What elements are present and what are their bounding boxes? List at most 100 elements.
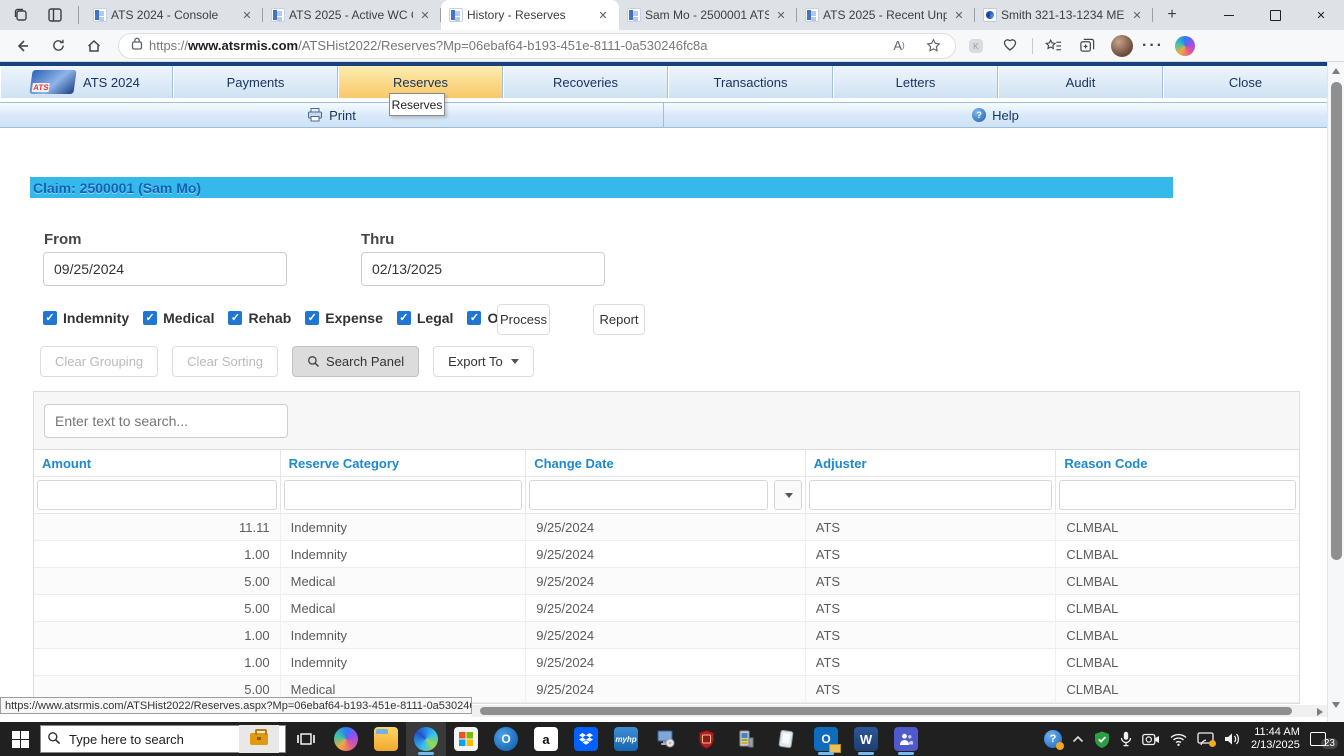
browser-essentials-icon[interactable]: [996, 33, 1024, 59]
nav-item-audit[interactable]: Audit: [998, 66, 1163, 98]
cast-screen-icon[interactable]: [1197, 732, 1216, 747]
filter-dropdown-button[interactable]: [773, 480, 802, 510]
clear-sorting-button[interactable]: Clear Sorting: [172, 346, 279, 377]
table-row[interactable]: 11.11 Indemnity 9/25/2024 ATS CLMBAL: [34, 514, 1299, 541]
filter-amount[interactable]: [34, 477, 281, 513]
remote-pc-icon[interactable]: [646, 722, 686, 756]
word-icon[interactable]: W: [846, 722, 886, 756]
read-aloud-icon[interactable]: A): [885, 33, 913, 59]
minimize-button[interactable]: [1206, 0, 1252, 30]
from-date-input[interactable]: [43, 252, 287, 286]
nav-item-payments[interactable]: Payments: [173, 66, 338, 98]
microsoft-store-icon[interactable]: [446, 722, 486, 756]
favorites-bar-icon[interactable]: [1039, 33, 1067, 59]
tab-ats-2025-active-wc[interactable]: ATS 2025 - Active WC Clai ✕: [263, 0, 441, 30]
report-button[interactable]: Report: [593, 304, 645, 335]
checkbox-indemnity[interactable]: ✓ Indemnity: [43, 310, 129, 326]
tab-ats-2024-console[interactable]: ATS 2024 - Console ✕: [85, 0, 263, 30]
camera-icon[interactable]: [1142, 733, 1160, 746]
copilot-taskbar-icon[interactable]: [326, 722, 366, 756]
vertical-tabs-icon[interactable]: [42, 4, 68, 26]
media-pc-icon[interactable]: [726, 722, 766, 756]
thru-date-input[interactable]: [361, 252, 605, 286]
filter-change-date[interactable]: [526, 477, 806, 513]
security-shield-icon[interactable]: [686, 722, 726, 756]
tab-ats-2025-recent[interactable]: ATS 2025 - Recent Unprom ✕: [797, 0, 975, 30]
teams-icon[interactable]: [886, 722, 926, 756]
process-button[interactable]: Process: [497, 304, 550, 335]
settings-more-icon[interactable]: ···: [1139, 33, 1167, 59]
table-row[interactable]: 1.00 Indemnity 9/25/2024 ATS CLMBAL: [34, 622, 1299, 649]
filter-reason-code[interactable]: [1056, 477, 1299, 513]
table-row[interactable]: 1.00 Indemnity 9/25/2024 ATS CLMBAL: [34, 541, 1299, 568]
help-button[interactable]: ? Help: [972, 108, 1019, 123]
table-row[interactable]: 1.00 Indemnity 9/25/2024 ATS CLMBAL: [34, 649, 1299, 676]
table-row[interactable]: 5.00 Medical 9/25/2024 ATS CLMBAL: [34, 595, 1299, 622]
filter-adjuster[interactable]: [806, 477, 1057, 513]
profile-avatar[interactable]: [1111, 34, 1133, 57]
file-explorer-icon[interactable]: [366, 722, 406, 756]
hidden-icons-chevron[interactable]: [1072, 735, 1084, 743]
help-tray-icon[interactable]: ?: [1043, 730, 1064, 750]
volume-icon[interactable]: [1224, 732, 1241, 746]
amazon-icon[interactable]: a: [526, 722, 566, 756]
table-row[interactable]: 5.00 Medical 9/25/2024 ATS CLMBAL: [34, 568, 1299, 595]
column-header-reserve-category[interactable]: Reserve Category: [281, 450, 527, 476]
notification-center[interactable]: 23: [1309, 730, 1338, 749]
tab-close-icon[interactable]: ✕: [417, 7, 433, 23]
tablet-tool-icon[interactable]: [766, 722, 806, 756]
start-button[interactable]: [0, 722, 40, 756]
taskbar-search-box[interactable]: Type here to search: [40, 725, 286, 753]
checkbox-legal[interactable]: ✓ Legal: [396, 310, 453, 326]
address-bar[interactable]: https://www.atsrmis.com/ATSHist2022/Rese…: [118, 32, 956, 59]
taskbar-clock[interactable]: 11:44 AM 2/13/2025: [1251, 726, 1300, 752]
column-header-adjuster[interactable]: Adjuster: [806, 450, 1057, 476]
vertical-scrollbar-thumb[interactable]: [1331, 82, 1342, 560]
tab-close-icon[interactable]: ✕: [773, 7, 789, 23]
nav-item-transactions[interactable]: Transactions: [668, 66, 833, 98]
nav-item-letters[interactable]: Letters: [833, 66, 998, 98]
workspaces-icon[interactable]: [8, 4, 34, 26]
tab-smith[interactable]: Smith 321-13-1234 ME Em ✕: [975, 0, 1153, 30]
checkbox-rehab[interactable]: ✓ Rehab: [228, 310, 291, 326]
tab-close-icon[interactable]: ✕: [951, 7, 967, 23]
edge-icon[interactable]: [406, 722, 446, 756]
tab-sam-mo[interactable]: Sam Mo - 2500001 ATS 20 ✕: [619, 0, 797, 30]
briefcase-icon[interactable]: [239, 725, 279, 753]
horizontal-scrollbar[interactable]: [472, 705, 1327, 717]
wifi-icon[interactable]: [1170, 733, 1187, 746]
tab-close-icon[interactable]: ✕: [239, 7, 255, 23]
horizontal-scrollbar-thumb[interactable]: [480, 707, 1292, 715]
print-button[interactable]: Print: [307, 108, 356, 123]
scroll-down-icon[interactable]: [1332, 702, 1340, 708]
tab-history-reserves[interactable]: History - Reserves ✕: [441, 0, 619, 30]
vertical-scrollbar[interactable]: [1327, 62, 1344, 722]
extensions-icon[interactable]: K: [962, 33, 990, 59]
column-header-amount[interactable]: Amount: [34, 450, 281, 476]
export-to-button[interactable]: Export To: [433, 346, 534, 377]
close-window-button[interactable]: ✕: [1298, 0, 1344, 30]
grid-search-input[interactable]: [44, 404, 288, 438]
myhp-icon[interactable]: myhp: [606, 722, 646, 756]
home-icon[interactable]: [80, 33, 108, 59]
outlook-new-icon[interactable]: O: [486, 722, 526, 756]
nav-item-recoveries[interactable]: Recoveries: [503, 66, 668, 98]
filter-reserve-category[interactable]: [281, 477, 527, 513]
refresh-icon[interactable]: [44, 33, 72, 59]
collections-icon[interactable]: [1073, 33, 1101, 59]
task-view-button[interactable]: [286, 722, 326, 756]
checkbox-medical[interactable]: ✓ Medical: [143, 310, 214, 326]
new-tab-button[interactable]: +: [1159, 3, 1185, 27]
maximize-button[interactable]: [1252, 0, 1298, 30]
favorite-star-icon[interactable]: [919, 33, 947, 59]
nav-item-close[interactable]: Close: [1163, 66, 1327, 98]
tab-close-icon[interactable]: ✕: [1129, 7, 1145, 23]
search-panel-button[interactable]: Search Panel: [292, 346, 420, 377]
lock-icon[interactable]: [131, 37, 143, 55]
defender-shield-icon[interactable]: [1094, 731, 1110, 748]
column-header-change-date[interactable]: Change Date: [526, 450, 806, 476]
outlook-classic-icon[interactable]: O: [806, 722, 846, 756]
back-icon[interactable]: [8, 33, 36, 59]
scroll-right-icon[interactable]: [1317, 708, 1323, 716]
clear-grouping-button[interactable]: Clear Grouping: [40, 346, 159, 377]
